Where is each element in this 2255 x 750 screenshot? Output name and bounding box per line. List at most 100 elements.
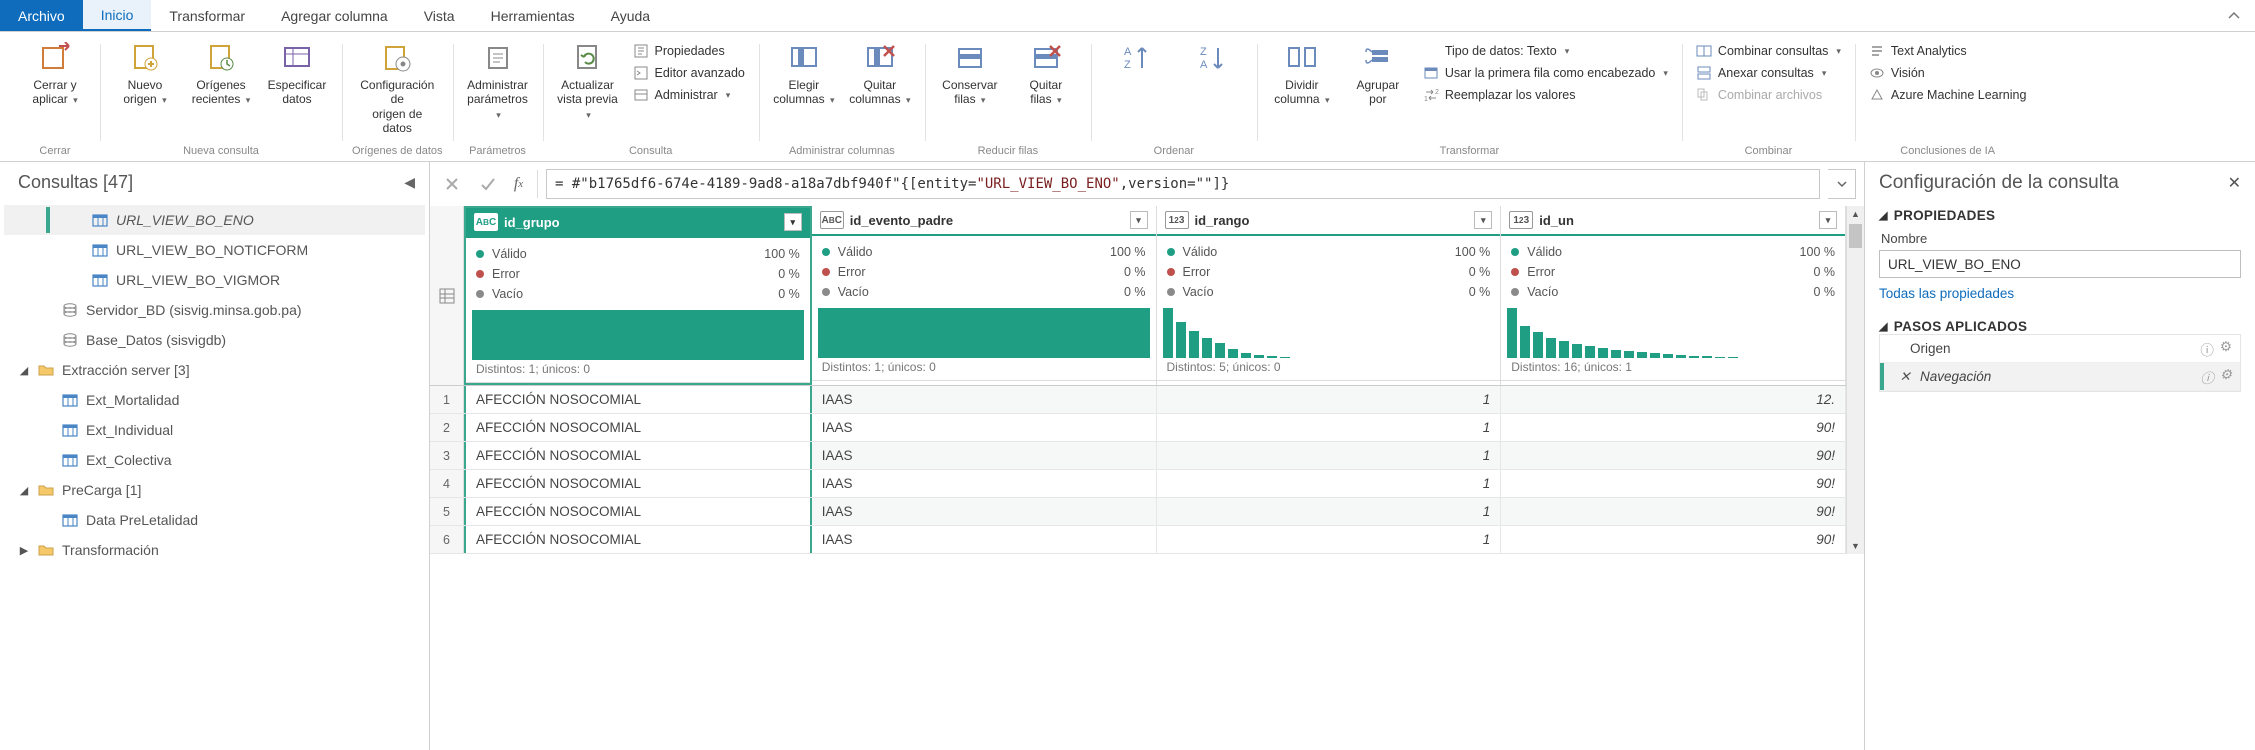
query-name-input[interactable]: [1879, 250, 2241, 278]
queries-folder[interactable]: ◢ Extracción server [3]: [4, 355, 425, 385]
datatype-badge[interactable]: 123: [1509, 211, 1533, 229]
column-header[interactable]: ABCid_evento_padre▾: [812, 206, 1156, 236]
cell[interactable]: 12.: [1501, 386, 1846, 413]
grid-vertical-scrollbar[interactable]: ▲ ▼: [1846, 206, 1864, 554]
column-filter-button[interactable]: ▾: [1130, 211, 1148, 229]
cell[interactable]: AFECCIÓN NOSOCOMIAL: [464, 386, 812, 413]
queries-query[interactable]: Ext_Individual: [4, 415, 425, 445]
table-options-button[interactable]: [430, 206, 464, 385]
delete-step-button[interactable]: ✕: [1898, 369, 1912, 385]
ribbon-button[interactable]: Actualizarvista previa ▾: [553, 40, 623, 123]
queries-datasource[interactable]: Servidor_BD (sisvig.minsa.gob.pa): [4, 295, 425, 325]
cell[interactable]: IAAS: [812, 442, 1157, 469]
cell[interactable]: 90!: [1501, 414, 1846, 441]
column-filter-button[interactable]: ▾: [1474, 211, 1492, 229]
formula-commit-button[interactable]: [474, 170, 502, 198]
applied-step[interactable]: Origenⓘ⚙: [1880, 335, 2240, 363]
ribbon-button[interactable]: Orígenesrecientes ▾: [186, 40, 256, 109]
formula-cancel-button[interactable]: [438, 170, 466, 198]
table-row[interactable]: 5AFECCIÓN NOSOCOMIALIAAS190!: [430, 498, 1846, 526]
column-header[interactable]: ABCid_grupo▾: [466, 208, 810, 238]
cell[interactable]: 90!: [1501, 498, 1846, 525]
tab-inicio[interactable]: Inicio: [83, 0, 152, 31]
column-header[interactable]: 123id_un▾: [1501, 206, 1845, 236]
datatype-badge[interactable]: 123: [1165, 211, 1189, 229]
ribbon-button[interactable]: Agruparpor: [1343, 40, 1413, 109]
queries-query[interactable]: URL_VIEW_BO_NOTICFORM: [4, 235, 425, 265]
cell[interactable]: AFECCIÓN NOSOCOMIAL: [464, 498, 812, 525]
applied-step[interactable]: ✕Navegaciónⓘ⚙: [1880, 363, 2240, 391]
query-settings-close-button[interactable]: ✕: [2228, 173, 2241, 193]
queries-query[interactable]: Ext_Mortalidad: [4, 385, 425, 415]
ribbon-mini-button[interactable]: Text Analytics: [1865, 42, 1971, 60]
tab-herramientas[interactable]: Herramientas: [473, 0, 593, 31]
ribbon-button[interactable]: Elegircolumnas ▾: [769, 40, 839, 109]
cell[interactable]: IAAS: [812, 470, 1157, 497]
tab-agregar-columna[interactable]: Agregar columna: [263, 0, 406, 31]
ribbon-mini-button[interactable]: Anexar consultas▾: [1692, 64, 1830, 82]
queries-folder[interactable]: ▶ Transformación: [4, 535, 425, 565]
step-gear-button[interactable]: ⚙: [2220, 339, 2232, 359]
cell[interactable]: 90!: [1501, 470, 1846, 497]
ribbon-mini-button[interactable]: Administrar▾: [629, 86, 735, 104]
ribbon-mini-button[interactable]: Azure Machine Learning: [1865, 86, 2031, 104]
datatype-badge[interactable]: ABC: [820, 211, 844, 229]
cell[interactable]: IAAS: [812, 526, 1157, 553]
ribbon-button[interactable]: Cerrar yaplicar ▾: [20, 40, 90, 109]
cell[interactable]: 1: [1157, 526, 1502, 553]
formula-expand-button[interactable]: [1828, 169, 1856, 199]
applied-steps-section-header[interactable]: ◢ PASOS APLICADOS: [1879, 319, 2241, 334]
all-properties-link[interactable]: Todas las propiedades: [1879, 286, 2241, 301]
cell[interactable]: AFECCIÓN NOSOCOMIAL: [464, 442, 812, 469]
datatype-badge[interactable]: ABC: [474, 213, 498, 231]
step-info-icon[interactable]: ⓘ: [2200, 367, 2214, 387]
file-menu[interactable]: Archivo: [0, 0, 83, 31]
cell[interactable]: 90!: [1501, 526, 1846, 553]
cell[interactable]: 90!: [1501, 442, 1846, 469]
ribbon-button[interactable]: AZ: [1101, 40, 1171, 80]
ribbon-mini-button[interactable]: Propiedades: [629, 42, 729, 60]
queries-query[interactable]: URL_VIEW_BO_VIGMOR: [4, 265, 425, 295]
cell[interactable]: IAAS: [812, 414, 1157, 441]
table-row[interactable]: 6AFECCIÓN NOSOCOMIALIAAS190!: [430, 526, 1846, 554]
queries-folder[interactable]: ◢ PreCarga [1]: [4, 475, 425, 505]
tab-transformar[interactable]: Transformar: [151, 0, 263, 31]
properties-section-header[interactable]: ◢ PROPIEDADES: [1879, 208, 2241, 223]
cell[interactable]: 1: [1157, 470, 1502, 497]
cell[interactable]: 1: [1157, 414, 1502, 441]
queries-datasource[interactable]: Base_Datos (sisvigdb): [4, 325, 425, 355]
formula-input[interactable]: = #"b1765df6-674e-4189-9ad8-a18a7dbf940f…: [546, 169, 1820, 199]
ribbon-button[interactable]: Dividircolumna ▾: [1267, 40, 1337, 109]
ribbon-button[interactable]: Quitarcolumnas ▾: [845, 40, 915, 109]
ribbon-mini-button[interactable]: Usar la primera fila como encabezado▾: [1419, 64, 1672, 82]
cell[interactable]: 1: [1157, 442, 1502, 469]
tab-vista[interactable]: Vista: [406, 0, 473, 31]
step-info-icon[interactable]: ⓘ: [2200, 339, 2214, 359]
cell[interactable]: IAAS: [812, 386, 1157, 413]
table-row[interactable]: 2AFECCIÓN NOSOCOMIALIAAS190!: [430, 414, 1846, 442]
cell[interactable]: 1: [1157, 498, 1502, 525]
table-row[interactable]: 3AFECCIÓN NOSOCOMIALIAAS190!: [430, 442, 1846, 470]
ribbon-mini-button[interactable]: 12Reemplazar los valores: [1419, 86, 1580, 104]
ribbon-button[interactable]: ZA: [1177, 40, 1247, 80]
ribbon-button[interactable]: Configuración deorigen de datos: [362, 40, 432, 138]
column-filter-button[interactable]: ▾: [1819, 211, 1837, 229]
column-filter-button[interactable]: ▾: [784, 213, 802, 231]
ribbon-mini-button[interactable]: Combinar consultas▾: [1692, 42, 1845, 60]
ribbon-collapse-chevron[interactable]: [2213, 0, 2255, 31]
queries-query[interactable]: URL_VIEW_BO_ENO: [4, 205, 425, 235]
ribbon-button[interactable]: Nuevoorigen ▾: [110, 40, 180, 109]
ribbon-button[interactable]: Conservarfilas ▾: [935, 40, 1005, 109]
table-row[interactable]: 1AFECCIÓN NOSOCOMIALIAAS112.: [430, 386, 1846, 414]
ribbon-mini-button[interactable]: Editor avanzado: [629, 64, 749, 82]
column-header[interactable]: 123id_rango▾: [1157, 206, 1501, 236]
ribbon-button[interactable]: Especificardatos: [262, 40, 332, 109]
ribbon-button[interactable]: Administrarparámetros ▾: [463, 40, 533, 123]
cell[interactable]: AFECCIÓN NOSOCOMIAL: [464, 526, 812, 553]
ribbon-button[interactable]: Quitarfilas ▾: [1011, 40, 1081, 109]
queries-query[interactable]: Ext_Colectiva: [4, 445, 425, 475]
table-row[interactable]: 4AFECCIÓN NOSOCOMIALIAAS190!: [430, 470, 1846, 498]
tab-ayuda[interactable]: Ayuda: [593, 0, 668, 31]
queries-collapse[interactable]: ◀: [404, 174, 415, 191]
cell[interactable]: 1: [1157, 386, 1502, 413]
